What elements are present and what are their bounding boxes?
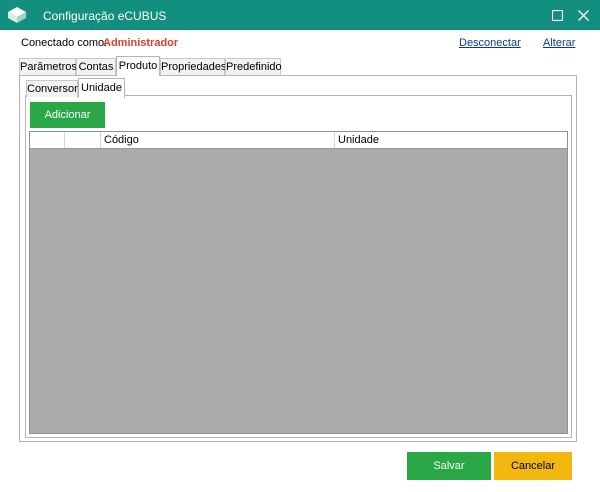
grid-header-codigo[interactable]: Código: [101, 132, 335, 148]
grid-header-cell: [30, 132, 65, 148]
grid-header-cell: [65, 132, 101, 148]
connected-as-label: Conectado como:: [21, 37, 108, 49]
window-title: Configuração eCUBUS: [43, 9, 167, 23]
close-button[interactable]: [568, 0, 598, 30]
units-grid[interactable]: Código Unidade: [29, 131, 568, 434]
tab-predefinido[interactable]: Predefinido: [225, 58, 282, 75]
grid-header-unidade[interactable]: Unidade: [335, 132, 567, 148]
ecubus-logo-icon: [8, 7, 26, 23]
maximize-icon: [551, 9, 563, 21]
cancel-button[interactable]: Cancelar: [494, 452, 572, 480]
tab-produto[interactable]: Produto: [116, 56, 160, 76]
tab-contas[interactable]: Contas: [76, 58, 116, 75]
tab-parametros[interactable]: Parâmetros: [19, 58, 77, 75]
alter-link[interactable]: Alterar: [543, 37, 575, 49]
disconnect-link[interactable]: Desconectar: [459, 37, 521, 49]
save-button[interactable]: Salvar: [407, 452, 491, 480]
close-icon: [577, 9, 589, 21]
connected-user-name: Administrador: [103, 37, 179, 49]
title-bar: Configuração eCUBUS: [0, 0, 600, 30]
tab-propriedades[interactable]: Propriedades: [160, 58, 226, 75]
tab-conversor[interactable]: Conversor: [26, 80, 78, 97]
tab-unidade[interactable]: Unidade: [78, 78, 125, 98]
grid-header: Código Unidade: [30, 132, 567, 149]
add-button[interactable]: Adicionar: [30, 102, 105, 128]
